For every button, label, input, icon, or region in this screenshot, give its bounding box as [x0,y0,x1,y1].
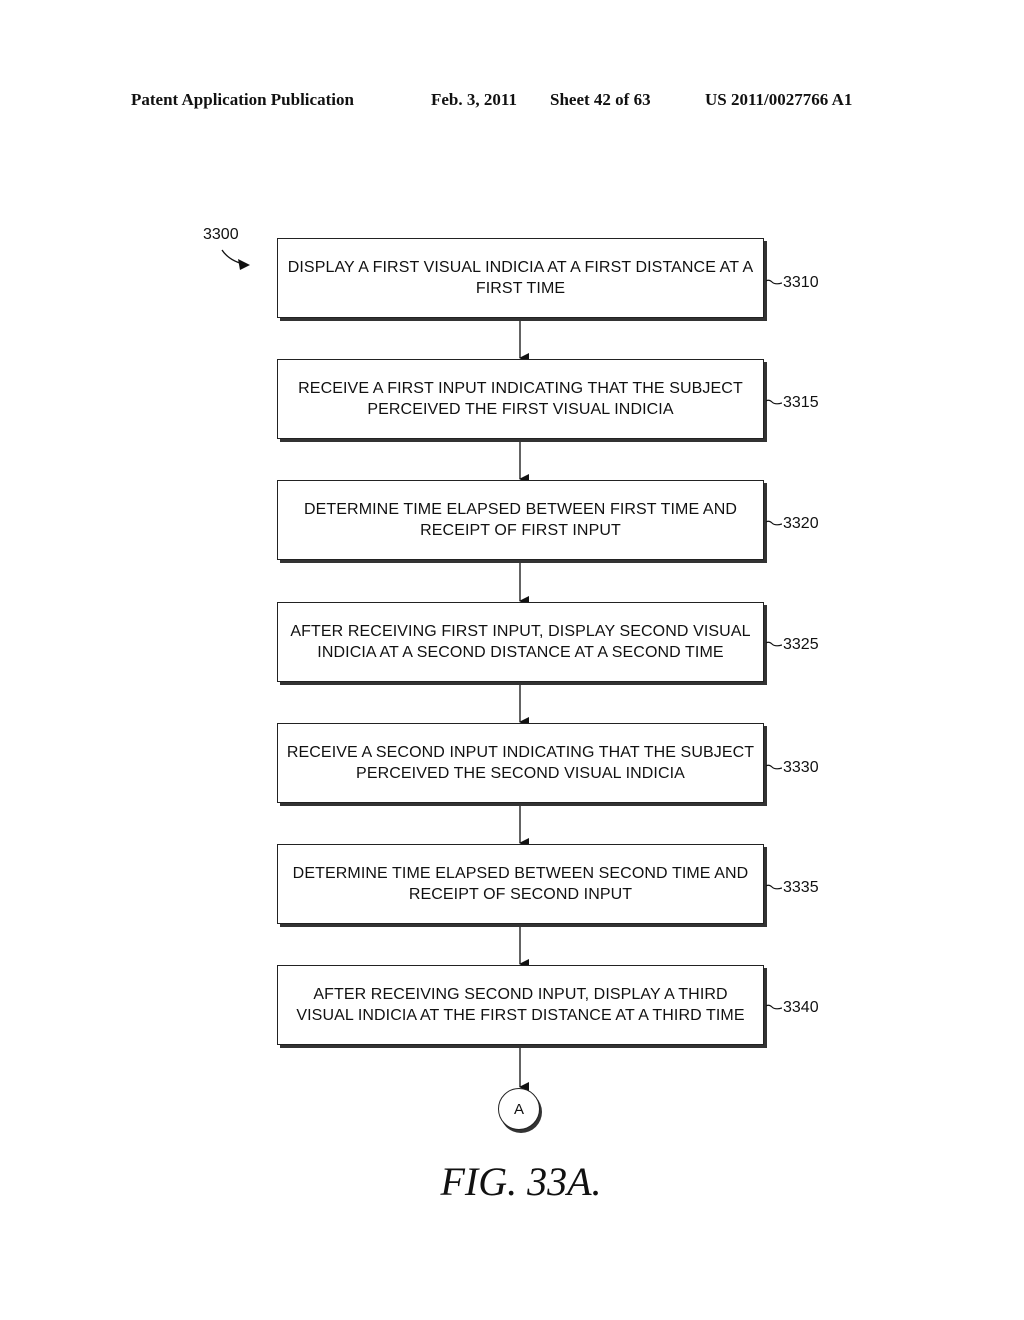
step-reference-number: 3330 [783,759,819,776]
step-text: DETERMINE TIME ELAPSED BETWEEN SECOND TI… [292,865,749,903]
flow-step-3325: AFTER RECEIVING FIRST INPUT, DISPLAY SEC… [277,602,764,682]
step-reference-number: 3340 [783,999,819,1016]
step-reference-number: 3325 [783,636,819,653]
flow-step-3335: DETERMINE TIME ELAPSED BETWEEN SECOND TI… [277,844,764,924]
step-text: RECEIVE A SECOND INPUT INDICATING THAT T… [286,744,755,782]
leader-line [766,764,782,770]
leader-line [766,279,782,285]
leader-line [766,399,782,405]
flow-step-3330: RECEIVE A SECOND INPUT INDICATING THAT T… [277,723,764,803]
step-text: AFTER RECEIVING SECOND INPUT, DISPLAY A … [296,986,745,1024]
step-text: AFTER RECEIVING FIRST INPUT, DISPLAY SEC… [290,623,751,661]
figure-caption: FIG. 33A. [440,1159,602,1204]
step-text: DISPLAY A FIRST VISUAL INDICIA AT A FIRS… [287,259,754,297]
flow-step-3320: DETERMINE TIME ELAPSED BETWEEN FIRST TIM… [277,480,764,560]
flow-step-3340: AFTER RECEIVING SECOND INPUT, DISPLAY A … [277,965,764,1045]
leader-line [766,1004,782,1010]
connector-a: A [498,1088,540,1130]
leader-line [766,884,782,890]
leader-line [766,520,782,526]
step-text: DETERMINE TIME ELAPSED BETWEEN FIRST TIM… [303,501,737,539]
step-reference-number: 3335 [783,879,819,896]
step-reference-number: 3310 [783,274,819,291]
leader-line [766,641,782,647]
step-text: RECEIVE A FIRST INPUT INDICATING THAT TH… [298,380,743,418]
flow-step-3315: RECEIVE A FIRST INPUT INDICATING THAT TH… [277,359,764,439]
step-reference-number: 3315 [783,394,819,411]
reference-arrowhead [238,259,250,270]
step-reference-number: 3320 [783,515,819,532]
flow-step-3310: DISPLAY A FIRST VISUAL INDICIA AT A FIRS… [277,238,764,318]
